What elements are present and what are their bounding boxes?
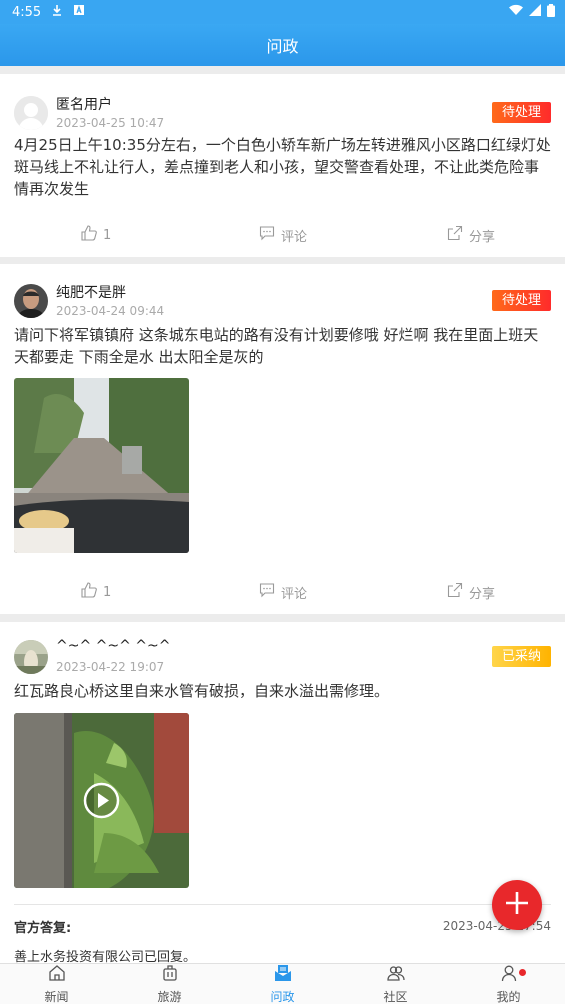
app-bar: 问政 — [0, 24, 565, 66]
tab-news[interactable]: 新闻 — [0, 964, 113, 1004]
comment-label: 评论 — [281, 229, 308, 245]
post-content[interactable]: 请问下将军镇镇府 这条城东电站的路有没有计划要修哦 好烂啊 我在里面上班天天都要… — [14, 324, 551, 368]
tab-travel[interactable]: 旅游 — [113, 964, 226, 1004]
comment-icon — [259, 225, 275, 245]
post-image[interactable] — [14, 378, 189, 553]
luggage-icon — [161, 964, 179, 986]
post-date: 2023-04-25 10:47 — [56, 116, 165, 130]
post-video[interactable] — [14, 713, 189, 888]
tab-label: 新闻 — [44, 989, 69, 1004]
tab-label: 问政 — [270, 989, 295, 1004]
reply-text[interactable]: 善上水务投资有限公司已回复。 — [14, 946, 196, 963]
comment-button[interactable]: 评论 — [259, 220, 307, 250]
official-reply-label: 官方答复: — [14, 921, 72, 936]
status-bar: 4:55 — [0, 0, 565, 24]
post-header: 匿名用户 2023-04-25 10:47 待处理 — [14, 90, 551, 130]
notification-dot — [519, 969, 526, 976]
share-button[interactable]: 分享 — [447, 577, 495, 607]
post-date: 2023-04-22 19:07 — [56, 660, 165, 674]
status-badge: 已采纳 — [491, 646, 551, 667]
post-header: 纯肥不是胖 2023-04-24 09:44 待处理 — [14, 278, 551, 318]
like-button[interactable]: 1 — [81, 220, 111, 250]
avatar[interactable] — [14, 96, 48, 130]
thumbs-up-icon — [81, 225, 97, 245]
share-button[interactable]: 分享 — [447, 220, 495, 250]
status-badge: 待处理 — [491, 102, 551, 123]
tab-community[interactable]: 社区 — [339, 964, 452, 1004]
avatar[interactable] — [14, 640, 48, 674]
post-date: 2023-04-24 09:44 — [56, 304, 165, 318]
home-icon — [48, 964, 66, 986]
share-icon — [447, 225, 463, 245]
post-card[interactable]: ^~^ ^~^ ^~^ 2023-04-22 19:07 已采纳 红瓦路良心桥这… — [0, 622, 565, 963]
signal-icon — [529, 4, 541, 20]
post-card[interactable]: 纯肥不是胖 2023-04-24 09:44 待处理 请问下将军镇镇府 这条城东… — [0, 264, 565, 614]
reply-divider — [14, 904, 551, 905]
status-badge: 待处理 — [491, 290, 551, 311]
post-content[interactable]: 4月25日上午10:35分左右，一个白色小轿车新广场左转进雅风小区路口红绿灯处斑… — [14, 134, 551, 200]
keyboard-icon — [73, 4, 85, 20]
bottom-tab-bar: 新闻 旅游 问政 社区 我的 — [0, 963, 565, 1004]
play-icon[interactable] — [83, 782, 120, 823]
avatar[interactable] — [14, 284, 48, 318]
like-count: 1 — [103, 227, 112, 243]
tab-label: 我的 — [496, 989, 521, 1004]
mail-icon — [274, 964, 292, 986]
post-feed[interactable]: 匿名用户 2023-04-25 10:47 待处理 4月25日上午10:35分左… — [0, 66, 565, 963]
battery-icon — [547, 3, 555, 21]
share-label: 分享 — [469, 229, 496, 245]
comment-label: 评论 — [281, 586, 308, 602]
community-icon — [386, 964, 405, 986]
post-username[interactable]: ^~^ ^~^ ^~^ — [56, 638, 170, 654]
tab-inquiry[interactable]: 问政 — [226, 964, 339, 1004]
thumbs-up-icon — [81, 582, 97, 602]
post-card[interactable]: 匿名用户 2023-04-25 10:47 待处理 4月25日上午10:35分左… — [0, 74, 565, 257]
person-icon — [500, 964, 518, 986]
post-username[interactable]: 纯肥不是胖 — [56, 282, 126, 302]
status-time: 4:55 — [12, 4, 42, 20]
post-actions: 1 评论 分享 — [0, 220, 565, 250]
download-icon — [51, 4, 63, 20]
share-label: 分享 — [469, 586, 496, 602]
post-header: ^~^ ^~^ ^~^ 2023-04-22 19:07 已采纳 — [14, 634, 551, 674]
comment-icon — [259, 582, 275, 602]
page-title: 问政 — [266, 37, 299, 56]
add-post-button[interactable] — [492, 880, 542, 930]
like-count: 1 — [103, 584, 112, 600]
post-actions: 1 评论 分享 — [0, 577, 565, 607]
wifi-icon — [509, 4, 523, 20]
post-content[interactable]: 红瓦路良心桥这里自来水管有破损，自来水溢出需修理。 — [14, 680, 551, 702]
plus-icon — [504, 890, 530, 920]
tab-label: 旅游 — [157, 989, 182, 1004]
tab-profile[interactable]: 我的 — [452, 964, 565, 1004]
comment-button[interactable]: 评论 — [259, 577, 307, 607]
share-icon — [447, 582, 463, 602]
tab-label: 社区 — [383, 989, 408, 1004]
post-username[interactable]: 匿名用户 — [56, 94, 112, 114]
like-button[interactable]: 1 — [81, 577, 111, 607]
